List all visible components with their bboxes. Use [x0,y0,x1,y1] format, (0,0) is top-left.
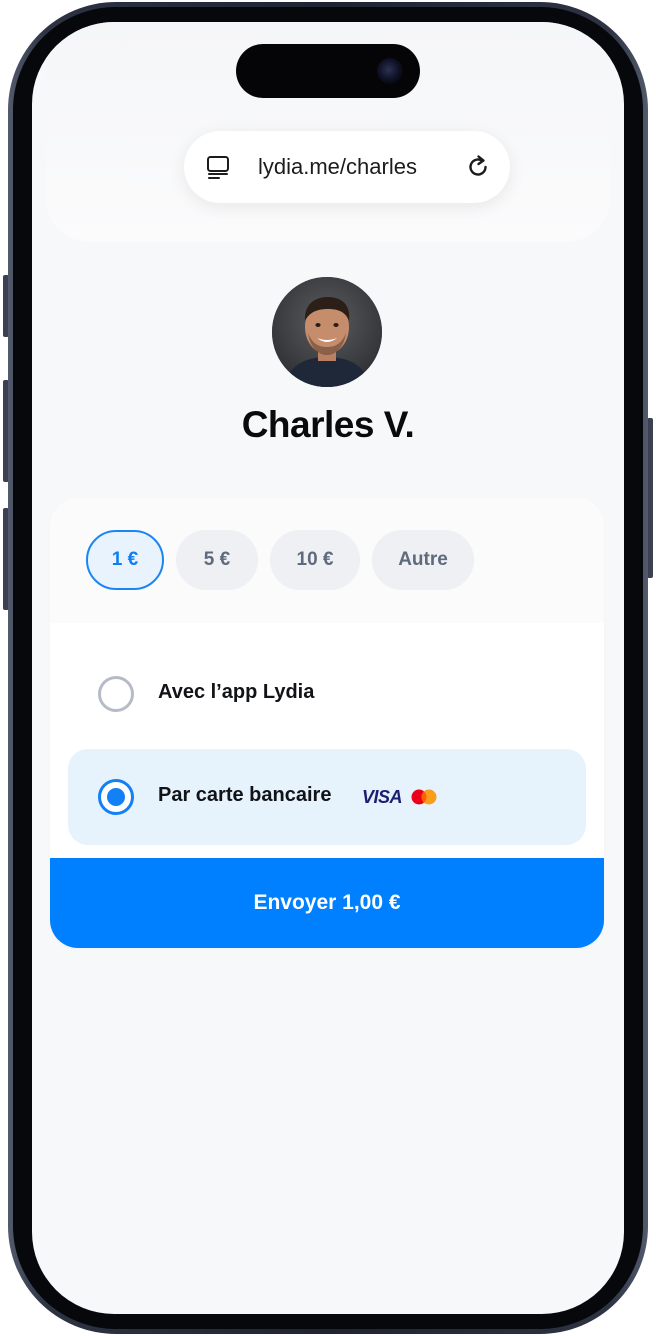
url-text[interactable]: lydia.me/charles [258,154,417,180]
dynamic-island [236,44,420,98]
address-bar[interactable]: lydia.me/charles [184,131,510,203]
radio-unselected[interactable] [98,676,134,712]
payment-card: 1 € 5 € 10 € Autre Avec l’app Lydia Par … [50,498,604,948]
reader-mode-icon[interactable] [206,155,230,179]
phone-screen: lydia.me/charles Charles V. 1 € 5 € 10 €… [32,22,624,1314]
amount-chip-other[interactable]: Autre [372,530,474,590]
payment-option-label: Avec l’app Lydia [158,681,315,703]
amount-chip-1[interactable]: 1 € [86,530,164,590]
camera-icon [377,58,403,84]
radio-selected[interactable] [98,779,134,815]
mastercard-logo [411,789,437,805]
send-button[interactable]: Envoyer 1,00 € [50,858,604,948]
amount-chip-5[interactable]: 5 € [176,530,258,590]
payment-option-label: Par carte bancaire [158,784,332,806]
visa-logo: VISA [362,787,403,807]
amount-chips: 1 € 5 € 10 € Autre [50,498,604,623]
amount-chip-10[interactable]: 10 € [270,530,360,590]
payment-option-lydia-app[interactable]: Avec l’app Lydia [68,646,586,742]
profile-name: Charles V. [241,404,415,445]
payment-option-card[interactable]: Par carte bancaire VISA [68,749,586,845]
avatar-photo [272,277,382,387]
reload-icon[interactable] [464,153,492,181]
avatar [272,277,382,387]
